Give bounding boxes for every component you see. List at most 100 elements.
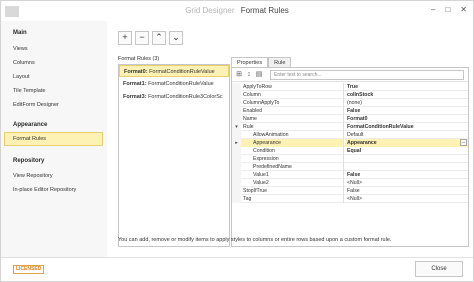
property-row[interactable]: ApplyToRow True [232, 83, 468, 91]
property-row[interactable]: Value2 <Null> [232, 179, 468, 187]
property-row[interactable]: ColumnApplyTo (none) [232, 99, 468, 107]
property-row[interactable]: AllowAnimation Default [232, 131, 468, 139]
property-name: Name [241, 115, 344, 123]
list-item[interactable]: Format1: FormatConditionRuleValue [119, 78, 229, 90]
rule-key: Format0: [124, 69, 148, 75]
add-rule-button[interactable]: + [118, 31, 132, 45]
property-value[interactable]: (none) [345, 99, 468, 107]
property-value[interactable]: <Null> [345, 179, 468, 187]
row-gutter [232, 171, 241, 179]
move-up-button[interactable]: ⌃ [152, 31, 166, 45]
row-gutter [232, 115, 241, 123]
move-down-button[interactable]: ⌄ [169, 31, 183, 45]
window-title: Grid Designer Format Rules [1, 6, 473, 15]
format-rules-window: Grid Designer Format Rules – □ ✕ Main Vi… [0, 0, 474, 282]
row-gutter [232, 83, 241, 91]
property-name: Value2 [241, 179, 344, 187]
property-name: StopIfTrue [241, 187, 344, 195]
property-value[interactable]: False [345, 107, 468, 115]
sidebar-item-views[interactable]: Views [13, 46, 28, 52]
rule-text: FormatConditionRuleValue [148, 81, 214, 87]
property-name: AllowAnimation [241, 131, 344, 139]
property-value[interactable]: <Null> [345, 195, 468, 203]
ellipsis-button[interactable]: ... [460, 139, 467, 146]
categorized-icon[interactable]: ⊞ [235, 71, 243, 79]
property-search-input[interactable]: Enter text to search... [270, 70, 464, 80]
close-button[interactable]: Close [415, 261, 463, 277]
minimize-icon[interactable]: – [431, 5, 435, 14]
property-value[interactable]: False [345, 187, 468, 195]
format-rules-list[interactable]: Format0: FormatConditionRuleValue Format… [118, 64, 230, 247]
property-value[interactable]: colInStock [345, 91, 468, 99]
remove-rule-button[interactable]: − [135, 31, 149, 45]
property-value[interactable]: True [345, 83, 468, 91]
title-bar: Grid Designer Format Rules – □ ✕ [1, 1, 473, 21]
sidebar-item-inplace-editor-repository[interactable]: In-place Editor Repository [13, 187, 76, 193]
property-row[interactable]: Value1 False [232, 171, 468, 179]
property-name: ColumnApplyTo [241, 99, 344, 107]
expand-toggle-icon[interactable]: ▸ [232, 139, 241, 147]
row-gutter [232, 155, 241, 163]
property-grid-toolbar: ⊞ ↕ ▤ Enter text to search... [232, 68, 468, 82]
property-value[interactable]: Default [345, 131, 468, 139]
property-value[interactable]: Format0 [345, 115, 468, 123]
sidebar-group-appearance: Appearance [13, 122, 48, 128]
row-gutter [232, 91, 241, 99]
list-item[interactable]: Format0: FormatConditionRuleValue [119, 65, 229, 77]
property-name: Column [241, 91, 344, 99]
property-value[interactable] [345, 163, 468, 171]
alphabetical-icon[interactable]: ↕ [245, 71, 253, 79]
rule-text: FormatConditionRuleValue [149, 69, 215, 75]
property-row[interactable]: StopIfTrue False [232, 187, 468, 195]
sidebar-item-format-rules[interactable]: Format Rules [13, 136, 46, 142]
close-icon[interactable]: ✕ [460, 5, 467, 14]
rule-key: Format1: [123, 81, 147, 87]
sidebar-item-tile-template[interactable]: Tile Template [13, 88, 45, 94]
property-name: Value1 [241, 171, 344, 179]
property-pages-icon[interactable]: ▤ [255, 71, 263, 79]
property-row[interactable]: ▸ Appearance Appearance... [232, 139, 468, 147]
property-name: Enabled [241, 107, 344, 115]
property-value[interactable]: False [345, 171, 468, 179]
property-row[interactable]: Condition Equal [232, 147, 468, 155]
rule-text: FormatConditionRule3ColorSc [148, 94, 223, 100]
list-item[interactable]: Format3: FormatConditionRule3ColorSc [119, 91, 229, 103]
property-name: Expression [241, 155, 344, 163]
license-badge: LICENSED [13, 265, 45, 274]
property-row[interactable]: Enabled False [232, 107, 468, 115]
main-panel: + − ⌃ ⌄ Format Rules (3) Format0: Format… [108, 21, 474, 257]
property-name: Appearance [241, 139, 344, 147]
row-gutter [232, 107, 241, 115]
property-row[interactable]: Name Format0 [232, 115, 468, 123]
rule-key: Format3: [123, 94, 147, 100]
property-row[interactable]: ▾ Rule FormatConditionRuleValue [232, 123, 468, 131]
sidebar-item-editform-designer[interactable]: EditForm Designer [13, 102, 59, 108]
title-prefix: Grid Designer [185, 6, 235, 15]
row-gutter [232, 131, 241, 139]
property-name: PredefinedName [241, 163, 344, 171]
property-row[interactable]: Tag <Null> [232, 195, 468, 203]
footer: LICENSED Close [1, 257, 473, 281]
sidebar-item-columns[interactable]: Columns [13, 60, 35, 66]
property-name: Tag [241, 195, 344, 203]
property-value[interactable]: Equal [345, 147, 468, 155]
sidebar-item-layout[interactable]: Layout [13, 74, 30, 80]
window-controls: – □ ✕ [431, 5, 467, 14]
sidebar-group-main: Main [13, 30, 27, 36]
maximize-icon[interactable]: □ [445, 5, 450, 14]
row-gutter [232, 187, 241, 195]
property-row[interactable]: Expression [232, 155, 468, 163]
format-rules-label: Format Rules (3) [118, 56, 160, 62]
property-row[interactable]: PredefinedName [232, 163, 468, 171]
property-value[interactable]: FormatConditionRuleValue [345, 123, 468, 131]
sidebar-group-repository: Repository [13, 158, 45, 164]
property-value[interactable]: Appearance [345, 139, 468, 147]
property-row[interactable]: Column colInStock [232, 91, 468, 99]
property-value[interactable] [345, 155, 468, 163]
row-gutter [232, 195, 241, 203]
expand-toggle-icon[interactable]: ▾ [232, 123, 241, 131]
property-name: Condition [241, 147, 344, 155]
row-gutter [232, 179, 241, 187]
hint-text: You can add, remove or modify items to a… [118, 237, 392, 243]
sidebar-item-view-repository[interactable]: View Repository [13, 173, 53, 179]
